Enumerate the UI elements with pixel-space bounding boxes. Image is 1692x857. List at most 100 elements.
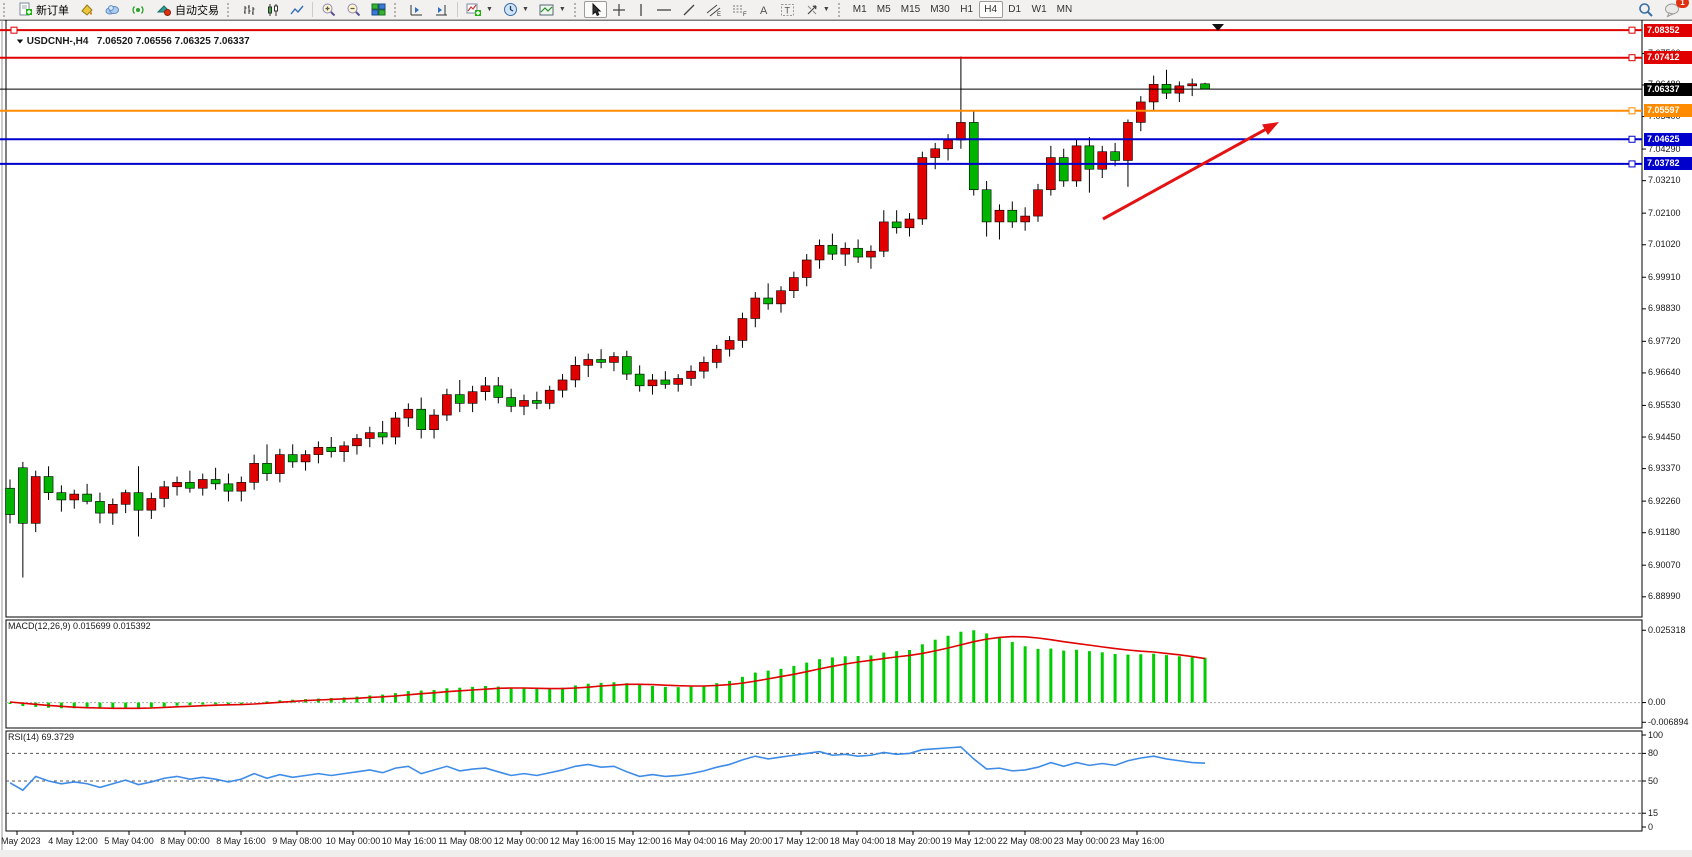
dropdown-caret: ▼ bbox=[559, 6, 566, 13]
new-order-button[interactable]: 新订单 bbox=[13, 1, 74, 18]
timeframe-m15[interactable]: M15 bbox=[896, 1, 925, 18]
bar-chart-button[interactable] bbox=[237, 1, 261, 18]
rsi-tick-label: 0 bbox=[1648, 822, 1653, 833]
equidistant-channel-button[interactable]: E bbox=[701, 1, 727, 18]
cloud-button[interactable] bbox=[99, 1, 125, 18]
zoom-out-icon bbox=[346, 2, 361, 17]
toolbar-grip[interactable] bbox=[574, 3, 581, 17]
paint-bucket-icon bbox=[79, 2, 94, 17]
candle-body bbox=[597, 359, 606, 362]
candle-body bbox=[1188, 84, 1197, 86]
candlestick-chart-button[interactable] bbox=[261, 1, 285, 18]
candle-body bbox=[558, 380, 567, 390]
candle-body bbox=[108, 504, 117, 513]
date-tick-label: 16 May 20:00 bbox=[718, 836, 773, 846]
rsi-tick-label: 15 bbox=[1648, 808, 1658, 819]
candle-body bbox=[956, 122, 965, 140]
candle-body bbox=[494, 386, 503, 398]
candle-body bbox=[532, 400, 541, 403]
add-indicator-button[interactable]: ▼ bbox=[461, 1, 498, 18]
line-handle[interactable] bbox=[1629, 27, 1635, 33]
toolbar-grip[interactable] bbox=[227, 3, 234, 17]
candle-body bbox=[57, 493, 66, 500]
auto-trading-label: 自动交易 bbox=[175, 2, 219, 18]
crosshair-button[interactable] bbox=[607, 1, 631, 18]
candle-body bbox=[815, 245, 824, 260]
cursor-button[interactable] bbox=[584, 1, 607, 18]
candle-body bbox=[622, 357, 631, 375]
price-tick-label: 6.99910 bbox=[1648, 272, 1681, 283]
candle-body bbox=[1021, 216, 1030, 222]
line-handle[interactable] bbox=[1629, 136, 1635, 142]
mt4-window: 新订单 自动交易 bbox=[0, 0, 1692, 857]
line-handle[interactable] bbox=[11, 27, 17, 33]
signals-icon bbox=[130, 2, 146, 17]
candle-body bbox=[635, 374, 644, 386]
candlestick-chart-icon bbox=[266, 3, 280, 17]
price-tick-label: 7.02100 bbox=[1648, 208, 1681, 219]
auto-scroll-icon bbox=[434, 3, 449, 17]
toolbar-grip[interactable] bbox=[3, 3, 10, 17]
candle-body bbox=[841, 248, 850, 254]
line-chart-button[interactable] bbox=[285, 1, 309, 18]
candle-body bbox=[584, 359, 593, 365]
candle-body bbox=[1046, 158, 1055, 190]
date-tick-label: 17 May 12:00 bbox=[774, 836, 829, 846]
cursor-icon bbox=[589, 3, 602, 17]
styler-button[interactable] bbox=[74, 1, 99, 18]
candle-body bbox=[430, 415, 439, 430]
dropdown-caret: ▼ bbox=[823, 6, 830, 13]
date-tick-label: 10 May 00:00 bbox=[326, 836, 381, 846]
fibonacci-button[interactable]: F bbox=[727, 1, 753, 18]
tile-windows-button[interactable] bbox=[366, 1, 391, 18]
periods-button[interactable]: ▼ bbox=[498, 1, 534, 18]
candle-body bbox=[1136, 102, 1145, 122]
templates-button[interactable]: ▼ bbox=[534, 1, 571, 18]
auto-scroll-button[interactable] bbox=[429, 1, 454, 18]
auto-trading-icon bbox=[156, 2, 172, 17]
candle-body bbox=[455, 395, 464, 404]
candle-body bbox=[699, 362, 708, 371]
chart-window[interactable]: USDCNH-,H4 7.06520 7.06556 7.06325 7.063… bbox=[0, 20, 1692, 850]
timeframe-w1[interactable]: W1 bbox=[1027, 1, 1052, 18]
timeframe-m1[interactable]: M1 bbox=[848, 1, 872, 18]
timeframe-h1[interactable]: H1 bbox=[955, 1, 979, 18]
text-label-button[interactable]: T bbox=[775, 1, 800, 18]
vertical-line-button[interactable] bbox=[631, 1, 651, 18]
candle-body bbox=[404, 409, 413, 418]
notification-badge: 1 bbox=[1676, 0, 1689, 8]
zoom-in-icon bbox=[321, 2, 336, 17]
timeframe-d1[interactable]: D1 bbox=[1003, 1, 1027, 18]
toolbar-grip[interactable] bbox=[394, 3, 401, 17]
chart-shift-button[interactable] bbox=[404, 1, 429, 18]
line-handle[interactable] bbox=[1629, 108, 1635, 114]
line-handle[interactable] bbox=[1629, 161, 1635, 167]
zoom-out-button[interactable] bbox=[341, 1, 366, 18]
timeframe-m5[interactable]: M5 bbox=[872, 1, 896, 18]
arrows-button[interactable]: ▼ bbox=[800, 1, 835, 18]
signals-button[interactable] bbox=[125, 1, 151, 18]
search-button[interactable] bbox=[1633, 1, 1659, 18]
rsi-label: RSI(14) 69.3729 bbox=[8, 732, 74, 742]
horizontal-line-icon bbox=[656, 3, 672, 17]
trendline-button[interactable] bbox=[677, 1, 701, 18]
timeframe-m30[interactable]: M30 bbox=[925, 1, 954, 18]
horizontal-line-button[interactable] bbox=[651, 1, 677, 18]
candle-body bbox=[1098, 152, 1107, 170]
date-tick-label: 23 May 16:00 bbox=[1110, 836, 1165, 846]
price-badge: 7.08352 bbox=[1644, 24, 1692, 37]
timeframe-mn[interactable]: MN bbox=[1052, 1, 1078, 18]
chart-canvas[interactable] bbox=[0, 20, 1692, 857]
trendline-icon bbox=[682, 3, 696, 17]
candle-body bbox=[969, 122, 978, 189]
notifications-button[interactable]: 1 bbox=[1659, 1, 1686, 18]
timeframe-h4[interactable]: H4 bbox=[979, 1, 1003, 18]
text-button[interactable]: A bbox=[753, 1, 775, 18]
bar-chart-icon bbox=[242, 3, 256, 17]
date-tick-label: 4 May 12:00 bbox=[48, 836, 98, 846]
toolbar-grip[interactable] bbox=[838, 3, 845, 17]
zoom-in-button[interactable] bbox=[316, 1, 341, 18]
svg-text:T: T bbox=[784, 5, 790, 15]
line-handle[interactable] bbox=[1629, 55, 1635, 61]
auto-trading-button[interactable]: 自动交易 bbox=[151, 1, 224, 18]
